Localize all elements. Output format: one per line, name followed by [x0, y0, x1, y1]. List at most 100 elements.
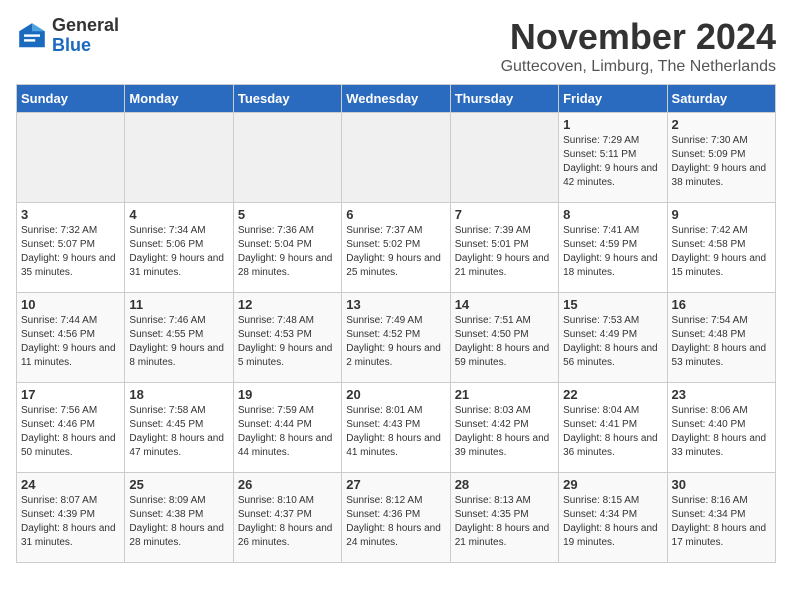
header-wednesday: Wednesday — [342, 85, 450, 113]
day-info: Sunrise: 7:42 AMSunset: 4:58 PMDaylight:… — [672, 224, 771, 280]
day-number: 30 — [672, 477, 771, 492]
day-info: Sunrise: 8:07 AMSunset: 4:39 PMDaylight:… — [21, 494, 120, 550]
table-row — [17, 113, 125, 203]
table-row: 14 Sunrise: 7:51 AMSunset: 4:50 PMDaylig… — [450, 293, 558, 383]
table-row: 23 Sunrise: 8:06 AMSunset: 4:40 PMDaylig… — [667, 383, 775, 473]
day-info: Sunrise: 8:16 AMSunset: 4:34 PMDaylight:… — [672, 494, 771, 550]
day-info: Sunrise: 7:51 AMSunset: 4:50 PMDaylight:… — [455, 314, 554, 370]
header: General Blue November 2024 Guttecoven, L… — [16, 16, 776, 76]
day-number: 3 — [21, 207, 120, 222]
day-info: Sunrise: 8:15 AMSunset: 4:34 PMDaylight:… — [563, 494, 662, 550]
table-row: 22 Sunrise: 8:04 AMSunset: 4:41 PMDaylig… — [559, 383, 667, 473]
day-number: 6 — [346, 207, 445, 222]
day-info: Sunrise: 8:01 AMSunset: 4:43 PMDaylight:… — [346, 404, 445, 460]
day-number: 5 — [238, 207, 337, 222]
day-info: Sunrise: 8:04 AMSunset: 4:41 PMDaylight:… — [563, 404, 662, 460]
table-row: 21 Sunrise: 8:03 AMSunset: 4:42 PMDaylig… — [450, 383, 558, 473]
day-number: 22 — [563, 387, 662, 402]
day-number: 20 — [346, 387, 445, 402]
day-number: 2 — [672, 117, 771, 132]
table-row: 17 Sunrise: 7:56 AMSunset: 4:46 PMDaylig… — [17, 383, 125, 473]
day-info: Sunrise: 7:44 AMSunset: 4:56 PMDaylight:… — [21, 314, 120, 370]
day-number: 19 — [238, 387, 337, 402]
table-row: 3 Sunrise: 7:32 AMSunset: 5:07 PMDayligh… — [17, 203, 125, 293]
day-number: 1 — [563, 117, 662, 132]
calendar-table: Sunday Monday Tuesday Wednesday Thursday… — [16, 84, 776, 563]
table-row: 29 Sunrise: 8:15 AMSunset: 4:34 PMDaylig… — [559, 473, 667, 563]
table-row: 13 Sunrise: 7:49 AMSunset: 4:52 PMDaylig… — [342, 293, 450, 383]
table-row: 18 Sunrise: 7:58 AMSunset: 4:45 PMDaylig… — [125, 383, 233, 473]
table-row: 12 Sunrise: 7:48 AMSunset: 4:53 PMDaylig… — [233, 293, 341, 383]
day-number: 7 — [455, 207, 554, 222]
day-info: Sunrise: 7:30 AMSunset: 5:09 PMDaylight:… — [672, 134, 771, 190]
header-friday: Friday — [559, 85, 667, 113]
table-row: 28 Sunrise: 8:13 AMSunset: 4:35 PMDaylig… — [450, 473, 558, 563]
day-info: Sunrise: 8:09 AMSunset: 4:38 PMDaylight:… — [129, 494, 228, 550]
day-info: Sunrise: 7:49 AMSunset: 4:52 PMDaylight:… — [346, 314, 445, 370]
day-number: 8 — [563, 207, 662, 222]
day-info: Sunrise: 7:32 AMSunset: 5:07 PMDaylight:… — [21, 224, 120, 280]
day-number: 11 — [129, 297, 228, 312]
day-number: 27 — [346, 477, 445, 492]
header-sunday: Sunday — [17, 85, 125, 113]
table-row — [342, 113, 450, 203]
table-row: 27 Sunrise: 8:12 AMSunset: 4:36 PMDaylig… — [342, 473, 450, 563]
header-tuesday: Tuesday — [233, 85, 341, 113]
day-number: 26 — [238, 477, 337, 492]
day-number: 25 — [129, 477, 228, 492]
day-info: Sunrise: 8:10 AMSunset: 4:37 PMDaylight:… — [238, 494, 337, 550]
day-info: Sunrise: 8:13 AMSunset: 4:35 PMDaylight:… — [455, 494, 554, 550]
table-row: 24 Sunrise: 8:07 AMSunset: 4:39 PMDaylig… — [17, 473, 125, 563]
day-info: Sunrise: 7:56 AMSunset: 4:46 PMDaylight:… — [21, 404, 120, 460]
day-number: 28 — [455, 477, 554, 492]
day-info: Sunrise: 8:12 AMSunset: 4:36 PMDaylight:… — [346, 494, 445, 550]
month-title: November 2024 — [501, 16, 776, 58]
table-row: 4 Sunrise: 7:34 AMSunset: 5:06 PMDayligh… — [125, 203, 233, 293]
day-info: Sunrise: 7:29 AMSunset: 5:11 PMDaylight:… — [563, 134, 662, 190]
day-number: 4 — [129, 207, 228, 222]
day-number: 18 — [129, 387, 228, 402]
table-row: 26 Sunrise: 8:10 AMSunset: 4:37 PMDaylig… — [233, 473, 341, 563]
table-row: 1 Sunrise: 7:29 AMSunset: 5:11 PMDayligh… — [559, 113, 667, 203]
day-number: 12 — [238, 297, 337, 312]
logo-general: General — [52, 16, 119, 36]
day-info: Sunrise: 7:36 AMSunset: 5:04 PMDaylight:… — [238, 224, 337, 280]
table-row: 19 Sunrise: 7:59 AMSunset: 4:44 PMDaylig… — [233, 383, 341, 473]
table-row: 10 Sunrise: 7:44 AMSunset: 4:56 PMDaylig… — [17, 293, 125, 383]
day-info: Sunrise: 7:37 AMSunset: 5:02 PMDaylight:… — [346, 224, 445, 280]
logo-blue: Blue — [52, 36, 119, 56]
day-info: Sunrise: 7:59 AMSunset: 4:44 PMDaylight:… — [238, 404, 337, 460]
location: Guttecoven, Limburg, The Netherlands — [501, 58, 776, 76]
table-row — [125, 113, 233, 203]
title-section: November 2024 Guttecoven, Limburg, The N… — [501, 16, 776, 76]
day-info: Sunrise: 7:34 AMSunset: 5:06 PMDaylight:… — [129, 224, 228, 280]
day-info: Sunrise: 8:06 AMSunset: 4:40 PMDaylight:… — [672, 404, 771, 460]
day-info: Sunrise: 7:39 AMSunset: 5:01 PMDaylight:… — [455, 224, 554, 280]
day-info: Sunrise: 7:58 AMSunset: 4:45 PMDaylight:… — [129, 404, 228, 460]
day-info: Sunrise: 8:03 AMSunset: 4:42 PMDaylight:… — [455, 404, 554, 460]
day-number: 23 — [672, 387, 771, 402]
table-row: 9 Sunrise: 7:42 AMSunset: 4:58 PMDayligh… — [667, 203, 775, 293]
table-row: 20 Sunrise: 8:01 AMSunset: 4:43 PMDaylig… — [342, 383, 450, 473]
table-row: 8 Sunrise: 7:41 AMSunset: 4:59 PMDayligh… — [559, 203, 667, 293]
header-monday: Monday — [125, 85, 233, 113]
table-row: 7 Sunrise: 7:39 AMSunset: 5:01 PMDayligh… — [450, 203, 558, 293]
calendar-header: Sunday Monday Tuesday Wednesday Thursday… — [17, 85, 776, 113]
table-row: 5 Sunrise: 7:36 AMSunset: 5:04 PMDayligh… — [233, 203, 341, 293]
day-number: 17 — [21, 387, 120, 402]
day-number: 16 — [672, 297, 771, 312]
day-number: 24 — [21, 477, 120, 492]
day-info: Sunrise: 7:48 AMSunset: 4:53 PMDaylight:… — [238, 314, 337, 370]
table-row: 25 Sunrise: 8:09 AMSunset: 4:38 PMDaylig… — [125, 473, 233, 563]
day-number: 14 — [455, 297, 554, 312]
table-row: 30 Sunrise: 8:16 AMSunset: 4:34 PMDaylig… — [667, 473, 775, 563]
table-row: 15 Sunrise: 7:53 AMSunset: 4:49 PMDaylig… — [559, 293, 667, 383]
table-row — [233, 113, 341, 203]
logo: General Blue — [16, 16, 119, 56]
calendar-body: 1 Sunrise: 7:29 AMSunset: 5:11 PMDayligh… — [17, 113, 776, 563]
table-row: 6 Sunrise: 7:37 AMSunset: 5:02 PMDayligh… — [342, 203, 450, 293]
day-info: Sunrise: 7:54 AMSunset: 4:48 PMDaylight:… — [672, 314, 771, 370]
table-row — [450, 113, 558, 203]
table-row: 11 Sunrise: 7:46 AMSunset: 4:55 PMDaylig… — [125, 293, 233, 383]
day-info: Sunrise: 7:53 AMSunset: 4:49 PMDaylight:… — [563, 314, 662, 370]
